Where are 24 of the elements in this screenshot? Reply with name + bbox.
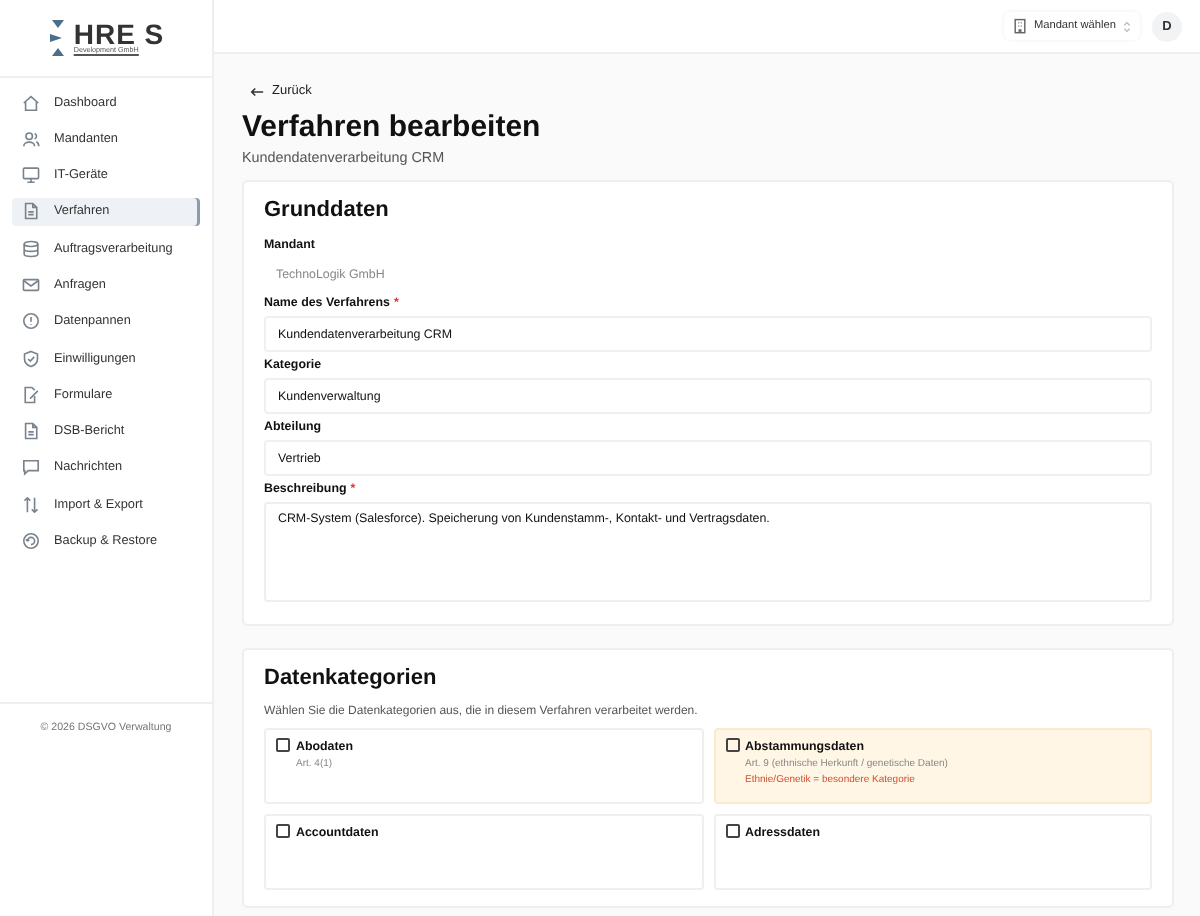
logo-title: HRE S	[73, 20, 165, 49]
arrow-left-icon	[250, 85, 264, 97]
page-title: Verfahren bearbeiten	[242, 110, 543, 144]
shield-icon	[22, 349, 40, 368]
arrows-icon	[22, 495, 40, 514]
chat-bubble-icon	[22, 458, 40, 477]
database-icon	[22, 239, 40, 258]
refresh-icon	[22, 532, 40, 551]
chevron-updown-icon	[1122, 19, 1132, 33]
alert-circle-icon	[22, 312, 40, 331]
document-icon	[22, 202, 40, 221]
building-icon	[1011, 18, 1028, 34]
section-title: Datenkategorien	[264, 666, 439, 690]
checkbox[interactable]	[276, 824, 290, 838]
users-icon	[22, 129, 40, 148]
form-icon	[22, 385, 40, 404]
checkbox[interactable]	[725, 738, 739, 752]
checkbox[interactable]	[725, 824, 739, 838]
document-icon	[22, 422, 40, 441]
envelope-icon	[22, 275, 40, 294]
house-icon	[22, 93, 40, 111]
checkbox[interactable]	[276, 738, 290, 752]
section-title: Grunddaten	[264, 198, 391, 222]
monitor-icon	[22, 166, 40, 185]
